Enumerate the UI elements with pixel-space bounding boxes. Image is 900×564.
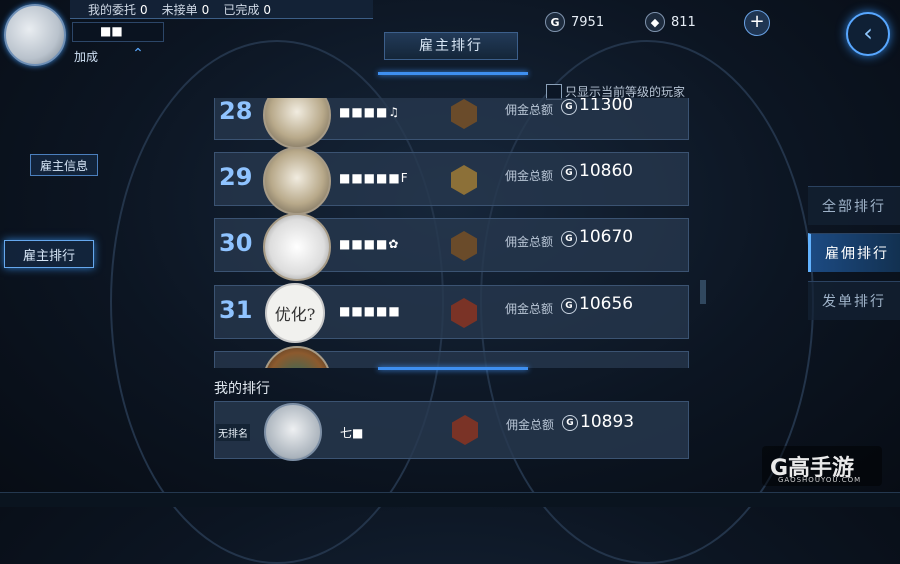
stats-bar: 我的委托 0 未接单 0 已完成 0 (70, 0, 373, 19)
player-avatar (263, 98, 331, 149)
stat-unaccepted: 未接单 0 (161, 2, 210, 17)
rank-badge-icon (451, 165, 477, 195)
my-name: 七■ (340, 426, 364, 440)
player-name: ■■■■✿ (339, 237, 400, 251)
commission-label: 佣金总额 (505, 169, 554, 183)
my-commission-label: 佣金总额 (506, 418, 555, 432)
list-item[interactable] (214, 346, 689, 368)
rank-badge-icon (451, 298, 477, 328)
player-avatar (263, 147, 331, 215)
bonus-label: 加成 (74, 49, 99, 64)
bonus-chevron-icon[interactable]: ⌃ (128, 46, 148, 66)
player-name: ■■■■♫ (339, 105, 401, 119)
gold-coin-icon: G (562, 415, 578, 431)
player-name: ■■ (100, 24, 123, 38)
gem-amount: 811 (671, 14, 696, 30)
commission-amount: 10860 (579, 161, 634, 181)
employer-info-button[interactable]: 雇主信息 (30, 154, 98, 176)
my-commission-amount: 10893 (580, 412, 635, 432)
rank-number: 28 (219, 98, 253, 125)
gem-icon: ◆ (645, 12, 665, 32)
gold-amount: 7951 (571, 14, 605, 30)
employer-rank-button[interactable]: 雇主排行 (4, 240, 94, 268)
back-arrow-icon[interactable]: ‹ (846, 12, 890, 56)
gold-currency: G 7951 (545, 12, 604, 32)
my-avatar (264, 403, 322, 461)
player-name: ■■■■■ (339, 304, 401, 318)
watermark-sub: GAOSHOUYOU.COM (778, 476, 862, 484)
tab-all-rank[interactable]: 全部排行 (808, 186, 900, 225)
commission-amount: 10670 (579, 227, 634, 247)
player-avatar (263, 346, 331, 368)
list-bottom-line (378, 367, 528, 370)
rank-badge-icon (451, 99, 477, 129)
gem-currency: ◆ 811 (645, 12, 696, 32)
commission-label: 佣金总额 (505, 302, 554, 316)
avatar[interactable] (4, 4, 66, 66)
list-item[interactable]: 28 ■■■■♫ 佣金总额 G 11300 (214, 98, 689, 149)
gold-coin-icon: G (561, 298, 577, 314)
rank-list[interactable]: 28 ■■■■♫ 佣金总额 G 11300 29 ■■■■■F 佣金总额 G 1… (214, 98, 689, 368)
list-item[interactable]: 30 ■■■■✿ 佣金总额 G 10670 (214, 213, 689, 281)
player-name: ■■■■■F (339, 171, 409, 185)
tab-hire-rank[interactable]: 雇佣排行 (808, 233, 900, 272)
gold-coin-icon: G (545, 12, 565, 32)
list-scrollbar[interactable] (700, 280, 706, 304)
player-avatar: 优化? (265, 283, 325, 343)
rank-number: 31 (219, 296, 253, 324)
list-item[interactable]: 31 优化? ■■■■■ 佣金总额 G 10656 (214, 283, 689, 343)
commission-label: 佣金总额 (505, 235, 554, 249)
rank-number: 30 (219, 229, 253, 257)
gold-coin-icon: G (561, 99, 577, 115)
stat-entrust: 我的委托 0 (88, 2, 148, 17)
tab-issue-rank[interactable]: 发单排行 (808, 281, 900, 320)
list-item[interactable]: 29 ■■■■■F 佣金总额 G 10860 (214, 147, 689, 215)
rank-number: 29 (219, 163, 253, 191)
commission-label: 佣金总额 (505, 103, 554, 117)
commission-amount: 11300 (579, 98, 634, 115)
commission-amount: 10656 (579, 294, 634, 314)
bottom-bar (0, 492, 900, 507)
add-currency-button[interactable]: + (744, 10, 770, 36)
title-underline (378, 72, 528, 75)
player-avatar (263, 213, 331, 281)
stat-completed: 已完成 0 (223, 2, 271, 17)
page-title: 雇主排行 (384, 32, 518, 60)
gold-coin-icon: G (561, 231, 577, 247)
my-rank-label: 无排名 (216, 424, 250, 441)
my-rank-title: 我的排行 (214, 381, 270, 397)
gold-coin-icon: G (561, 165, 577, 181)
rank-badge-icon (451, 231, 477, 261)
